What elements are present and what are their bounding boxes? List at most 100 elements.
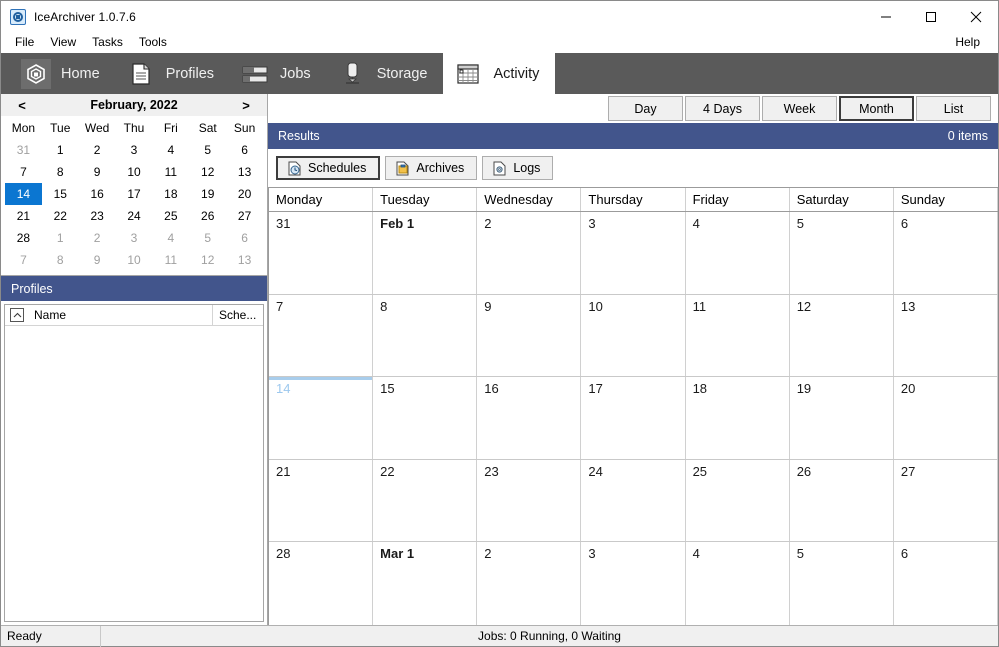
mini-calendar-day[interactable]: 20 bbox=[226, 183, 263, 205]
mini-calendar-day[interactable]: 11 bbox=[152, 249, 189, 271]
sort-ascending-icon[interactable] bbox=[10, 308, 24, 322]
mini-calendar-day[interactable]: 31 bbox=[5, 139, 42, 161]
mini-calendar-day[interactable]: 7 bbox=[5, 249, 42, 271]
calendar-day-cell[interactable]: 21 bbox=[269, 459, 374, 542]
view-button-4-days[interactable]: 4 Days bbox=[685, 96, 760, 121]
calendar-day-cell[interactable]: 5 bbox=[790, 542, 894, 625]
calendar-day-cell[interactable]: 2 bbox=[477, 542, 582, 625]
view-button-list[interactable]: List bbox=[916, 96, 991, 121]
mini-calendar-day[interactable]: 3 bbox=[116, 139, 153, 161]
calendar-day-cell[interactable]: 15 bbox=[373, 377, 478, 459]
calendar-day-cell[interactable]: 11 bbox=[686, 294, 790, 377]
mini-calendar-day[interactable]: 6 bbox=[226, 227, 263, 249]
mini-calendar-day[interactable]: 2 bbox=[79, 139, 116, 161]
mini-calendar-next-button[interactable]: > bbox=[239, 98, 253, 113]
mini-calendar-day[interactable]: 24 bbox=[116, 205, 153, 227]
mini-calendar-day[interactable]: 10 bbox=[116, 249, 153, 271]
mini-calendar-day[interactable]: 12 bbox=[189, 161, 226, 183]
ribbon-tab-home[interactable]: Home bbox=[11, 53, 116, 94]
calendar-day-cell[interactable]: 13 bbox=[894, 294, 998, 377]
mini-calendar-day[interactable]: 11 bbox=[152, 161, 189, 183]
calendar-day-cell[interactable]: 16 bbox=[477, 377, 582, 459]
ribbon-tab-jobs[interactable]: Jobs bbox=[230, 53, 327, 94]
calendar-day-cell[interactable]: 3 bbox=[581, 542, 686, 625]
mini-calendar-day[interactable]: 5 bbox=[189, 227, 226, 249]
mini-calendar-day[interactable]: 18 bbox=[152, 183, 189, 205]
mini-calendar-day[interactable]: 12 bbox=[189, 249, 226, 271]
calendar-day-cell[interactable]: 28 bbox=[269, 542, 374, 625]
calendar-day-cell[interactable]: 25 bbox=[686, 459, 790, 542]
mini-calendar-day[interactable]: 7 bbox=[5, 161, 42, 183]
mini-calendar-day[interactable]: 16 bbox=[79, 183, 116, 205]
subtab-schedules[interactable]: Schedules bbox=[276, 156, 381, 180]
mini-calendar-day[interactable]: 2 bbox=[79, 227, 116, 249]
mini-calendar-day[interactable]: 25 bbox=[152, 205, 189, 227]
calendar-day-cell[interactable]: 3 bbox=[581, 212, 686, 294]
calendar-day-cell[interactable]: 23 bbox=[477, 459, 582, 542]
calendar-day-cell[interactable]: 19 bbox=[790, 377, 894, 459]
calendar-day-cell[interactable]: 5 bbox=[790, 212, 894, 294]
calendar-day-cell[interactable]: 17 bbox=[581, 377, 686, 459]
menu-tasks[interactable]: Tasks bbox=[84, 33, 131, 52]
mini-calendar-day[interactable]: 1 bbox=[42, 139, 79, 161]
menu-help[interactable]: Help bbox=[947, 33, 988, 52]
calendar-day-cell[interactable]: 4 bbox=[686, 542, 790, 625]
calendar-day-cell[interactable]: 31 bbox=[269, 212, 374, 294]
mini-calendar-prev-button[interactable]: < bbox=[15, 98, 29, 113]
mini-calendar-day[interactable]: 13 bbox=[226, 249, 263, 271]
calendar-day-cell[interactable]: 2 bbox=[477, 212, 582, 294]
mini-calendar-day[interactable]: 21 bbox=[5, 205, 42, 227]
calendar-day-cell[interactable]: 6 bbox=[894, 542, 998, 625]
mini-calendar-day[interactable]: 9 bbox=[79, 249, 116, 271]
profiles-column-schedule[interactable]: Sche... bbox=[213, 305, 263, 326]
mini-calendar-day[interactable]: 13 bbox=[226, 161, 263, 183]
mini-calendar-day[interactable]: 27 bbox=[226, 205, 263, 227]
calendar-day-cell[interactable]: 12 bbox=[790, 294, 894, 377]
calendar-day-cell[interactable]: 22 bbox=[373, 459, 478, 542]
calendar-day-cell[interactable]: 8 bbox=[373, 294, 478, 377]
mini-calendar-day[interactable]: 8 bbox=[42, 161, 79, 183]
mini-calendar-day[interactable]: 4 bbox=[152, 227, 189, 249]
mini-calendar-day[interactable]: 4 bbox=[152, 139, 189, 161]
calendar-day-cell[interactable]: 20 bbox=[894, 377, 998, 459]
mini-calendar-day[interactable]: 8 bbox=[42, 249, 79, 271]
calendar-day-cell[interactable]: 14 bbox=[269, 377, 374, 459]
mini-calendar-day[interactable]: 1 bbox=[42, 227, 79, 249]
calendar-day-cell[interactable]: 6 bbox=[894, 212, 998, 294]
menu-file[interactable]: File bbox=[7, 33, 42, 52]
mini-calendar-day[interactable]: 14 bbox=[5, 183, 42, 205]
profiles-column-name[interactable]: Name bbox=[32, 304, 213, 326]
subtab-archives[interactable]: Archives bbox=[385, 156, 478, 180]
mini-calendar-day[interactable]: 5 bbox=[189, 139, 226, 161]
mini-calendar-day[interactable]: 17 bbox=[116, 183, 153, 205]
ribbon-tab-profiles[interactable]: Profiles bbox=[116, 53, 230, 94]
mini-calendar-day[interactable]: 22 bbox=[42, 205, 79, 227]
view-button-week[interactable]: Week bbox=[762, 96, 837, 121]
calendar-day-cell[interactable]: 24 bbox=[581, 459, 686, 542]
calendar-day-cell[interactable]: 26 bbox=[790, 459, 894, 542]
minimize-icon[interactable] bbox=[863, 1, 908, 32]
calendar-day-cell[interactable]: Feb 1 bbox=[373, 212, 478, 294]
mini-calendar-day[interactable]: 15 bbox=[42, 183, 79, 205]
mini-calendar-day[interactable]: 9 bbox=[79, 161, 116, 183]
view-button-day[interactable]: Day bbox=[608, 96, 683, 121]
close-icon[interactable] bbox=[953, 1, 998, 32]
mini-calendar-day[interactable]: 19 bbox=[189, 183, 226, 205]
menu-tools[interactable]: Tools bbox=[131, 33, 175, 52]
ribbon-tab-storage[interactable]: Storage bbox=[327, 53, 444, 94]
calendar-day-cell[interactable]: 27 bbox=[894, 459, 998, 542]
mini-calendar-day[interactable]: 10 bbox=[116, 161, 153, 183]
mini-calendar-day[interactable]: 26 bbox=[189, 205, 226, 227]
mini-calendar-day[interactable]: 23 bbox=[79, 205, 116, 227]
calendar-day-cell[interactable]: 10 bbox=[581, 294, 686, 377]
calendar-day-cell[interactable]: Mar 1 bbox=[373, 542, 478, 625]
calendar-day-cell[interactable]: 9 bbox=[477, 294, 582, 377]
subtab-logs[interactable]: Logs bbox=[482, 156, 554, 180]
mini-calendar-day[interactable]: 28 bbox=[5, 227, 42, 249]
mini-calendar-day[interactable]: 3 bbox=[116, 227, 153, 249]
calendar-day-cell[interactable]: 4 bbox=[686, 212, 790, 294]
maximize-icon[interactable] bbox=[908, 1, 953, 32]
ribbon-tab-activity[interactable]: Activity bbox=[443, 53, 556, 94]
view-button-month[interactable]: Month bbox=[839, 96, 914, 121]
mini-calendar-day[interactable]: 6 bbox=[226, 139, 263, 161]
